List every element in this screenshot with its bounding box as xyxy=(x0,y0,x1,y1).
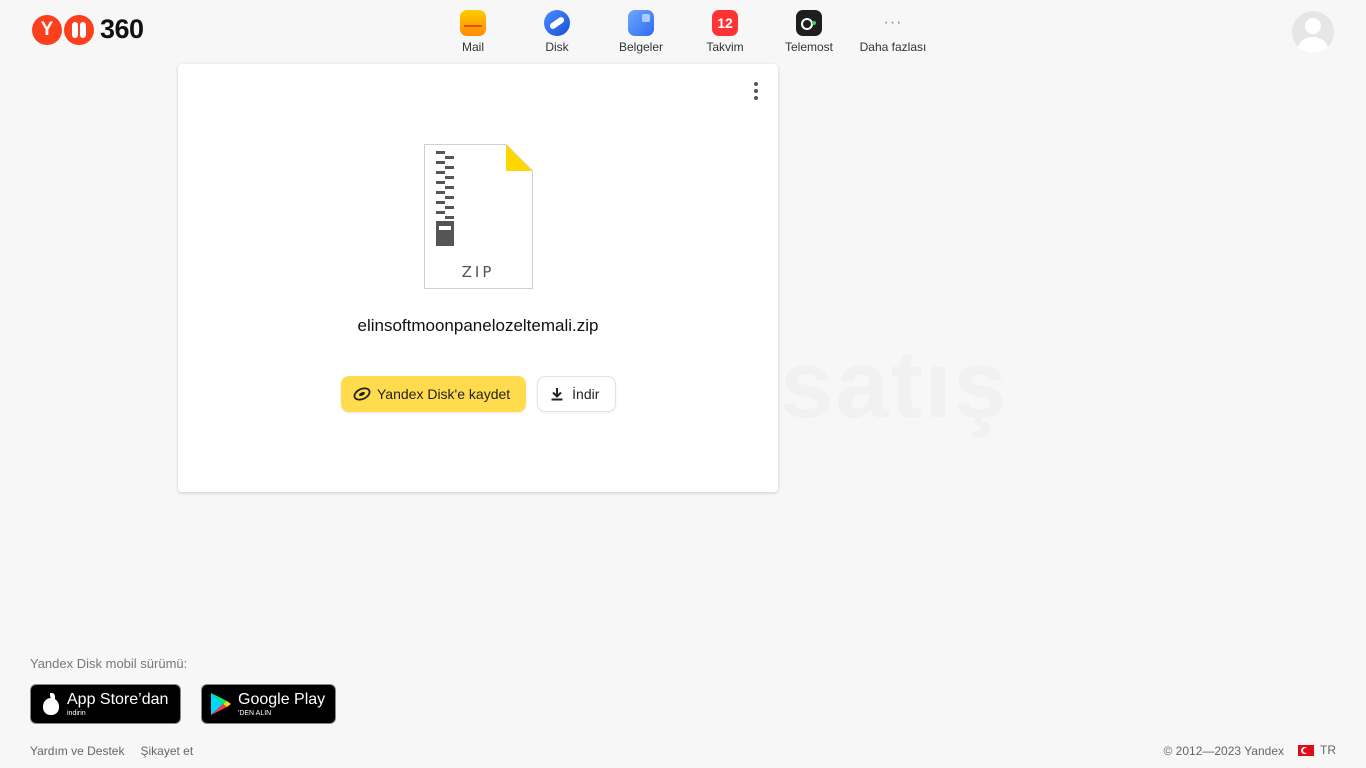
yandex-logo-icon: Y xyxy=(32,14,62,45)
service-label: Takvim xyxy=(706,40,744,54)
more-options-icon[interactable] xyxy=(750,82,762,100)
background-watermark: satış xyxy=(780,331,1009,438)
service-label: Mail xyxy=(461,40,484,54)
service-telemost[interactable]: Telemost xyxy=(767,10,851,54)
google-play-badge[interactable]: Google Play 'DEN ALIN xyxy=(201,684,336,724)
footer-links: Yardım ve Destek Şikayet et xyxy=(30,744,193,758)
mobile-version-label: Yandex Disk mobil sürümü: xyxy=(30,656,188,671)
360-logo-icon xyxy=(64,14,94,45)
more-icon: ··· xyxy=(883,14,903,31)
download-icon xyxy=(551,388,563,401)
service-label: Belgeler xyxy=(618,40,664,54)
service-label: Disk xyxy=(545,40,569,54)
service-documents[interactable]: Belgeler xyxy=(599,10,683,54)
disk-icon xyxy=(544,10,570,36)
language-selector[interactable]: TR xyxy=(1298,743,1336,757)
copyright-text: © 2012—2023 Yandex xyxy=(1163,744,1285,758)
app-store-title: App Store’dan xyxy=(67,690,169,708)
file-type-label: ZIP xyxy=(462,263,495,281)
documents-icon xyxy=(628,10,654,36)
service-label: Daha fazlası xyxy=(859,40,927,54)
download-button-label: İndir xyxy=(572,386,600,402)
calendar-icon: 12 xyxy=(712,10,738,36)
mail-icon xyxy=(460,10,486,36)
app-store-badge[interactable]: App Store’dan indirin xyxy=(30,684,181,724)
service-disk[interactable]: Disk xyxy=(515,10,599,54)
service-calendar[interactable]: 12 Takvim xyxy=(683,10,767,54)
service-more[interactable]: ··· Daha fazlası xyxy=(851,10,935,55)
app-store-subtitle: indirin xyxy=(67,709,86,717)
services-bar: Mail Disk Belgeler 12 Takvim Telemost ··… xyxy=(431,10,935,54)
service-label: Telemost xyxy=(784,40,834,54)
service-mail[interactable]: Mail xyxy=(431,10,515,54)
language-code: TR xyxy=(1320,743,1336,757)
file-name: elinsoftmoonpanelozeltemali.zip xyxy=(357,316,599,335)
file-preview-card: ZIP elinsoftmoonpanelozeltemali.zip Yand… xyxy=(178,64,778,492)
file-actions: Yandex Disk'e kaydet İndir xyxy=(341,376,617,412)
turkey-flag-icon xyxy=(1298,744,1314,756)
google-play-title: Google Play xyxy=(238,690,326,708)
save-to-disk-button[interactable]: Yandex Disk'e kaydet xyxy=(341,376,527,412)
apple-icon xyxy=(41,693,61,715)
download-button[interactable]: İndir xyxy=(537,376,617,412)
user-avatar[interactable] xyxy=(1292,11,1334,53)
report-link[interactable]: Şikayet et xyxy=(140,744,193,758)
zip-file-icon: ZIP xyxy=(424,144,533,289)
logo-text: 360 xyxy=(100,14,144,44)
help-link[interactable]: Yardım ve Destek xyxy=(30,744,124,758)
save-button-label: Yandex Disk'e kaydet xyxy=(377,386,511,402)
yandex-360-logo[interactable]: Y 360 xyxy=(32,14,144,45)
google-play-subtitle: 'DEN ALIN xyxy=(238,709,272,717)
telemost-icon xyxy=(796,10,822,36)
disk-icon xyxy=(353,387,371,401)
google-play-icon xyxy=(211,693,231,715)
